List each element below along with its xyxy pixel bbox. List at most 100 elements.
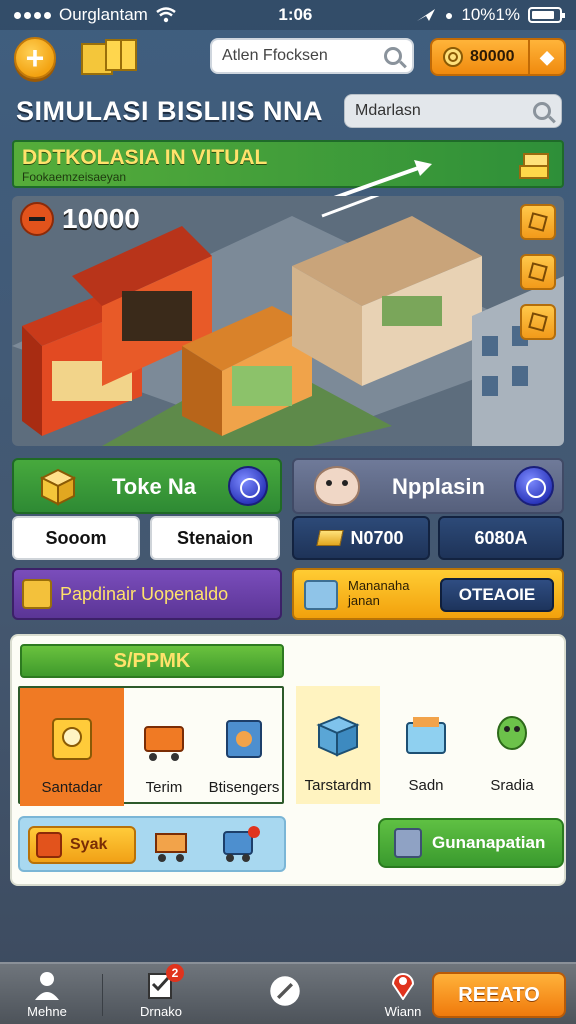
person-icon bbox=[35, 972, 59, 1000]
nav-item-home[interactable]: Mehne bbox=[12, 970, 82, 1019]
status-bar: Ourglantam 1:06 ● 10%1% bbox=[0, 0, 576, 30]
diamond-icon: ◆ bbox=[540, 46, 554, 67]
primary-action-label: Gunanapatian bbox=[432, 833, 546, 852]
mascot-icon bbox=[314, 466, 360, 506]
shop-item-label: Santadar bbox=[41, 779, 103, 796]
top-search-text: Atlen Ffocksen bbox=[222, 47, 328, 64]
create-button[interactable]: REEATO bbox=[432, 972, 566, 1018]
syak-button[interactable]: Syak bbox=[28, 826, 136, 864]
shop-item-santadar[interactable]: Santadar bbox=[20, 688, 124, 806]
carrier-name: Ourglantam bbox=[59, 5, 148, 24]
score-face-icon bbox=[20, 202, 54, 236]
score-value: 10000 bbox=[62, 203, 140, 234]
shop-item-label: Terim bbox=[145, 779, 183, 796]
title-row: SIMULASI BISLIIS NNA Mdarlasn bbox=[0, 92, 576, 134]
box-icon bbox=[39, 468, 77, 506]
coins-amount: 80000 bbox=[470, 48, 515, 65]
nav-item-label: Mehne bbox=[27, 1004, 67, 1019]
storage-box-icon bbox=[304, 580, 338, 610]
box-icon bbox=[316, 715, 360, 757]
package-tool-button[interactable] bbox=[520, 304, 556, 340]
banner-subline: Fookaemzeisaeyan bbox=[22, 170, 127, 184]
status-time: 1:06 bbox=[278, 5, 313, 24]
coins-button[interactable]: 80000 ◆ bbox=[430, 38, 566, 76]
shop-item-sradia[interactable]: Sradia bbox=[472, 686, 552, 804]
shop-category-group-1: Santadar Terim Btisengers bbox=[18, 686, 284, 806]
machine-icon bbox=[52, 718, 92, 760]
toko-card[interactable]: Toke Na bbox=[12, 458, 282, 514]
top-bar: + Atlen Ffocksen 80000 ◆ bbox=[0, 34, 576, 82]
search-icon bbox=[384, 47, 402, 65]
shop-item-label: Btisengers bbox=[208, 779, 280, 796]
package-icon bbox=[528, 312, 548, 332]
globe-icon bbox=[228, 466, 268, 506]
scroll-icon bbox=[22, 579, 52, 609]
scene-side-tools bbox=[520, 204, 556, 340]
delivery-cart-icon[interactable] bbox=[220, 826, 260, 864]
shop-item-label: Tarstardm bbox=[304, 777, 372, 794]
alarm-icon: ● bbox=[444, 7, 454, 23]
crate-tool-button[interactable] bbox=[520, 254, 556, 290]
gold-bar-icon bbox=[316, 530, 345, 546]
nav-item-map[interactable]: Wiann bbox=[368, 970, 438, 1019]
npplasin-button-1[interactable]: N0700 bbox=[292, 516, 430, 560]
orange-card-label: Mananaha janan bbox=[348, 578, 410, 608]
add-button[interactable]: + bbox=[14, 37, 56, 79]
toko-button-2[interactable]: Stenaion bbox=[150, 516, 280, 560]
npplasin-button-2[interactable]: 6080A bbox=[438, 516, 564, 560]
game-scene[interactable]: 10000 bbox=[12, 196, 564, 446]
coin-icon bbox=[443, 47, 463, 67]
gold-bars-icon bbox=[519, 153, 549, 179]
top-search-input[interactable]: Atlen Ffocksen bbox=[210, 38, 414, 74]
nav-item-center[interactable] bbox=[250, 970, 320, 1012]
map-pin-icon bbox=[391, 973, 415, 1000]
shopping-cart-icon[interactable] bbox=[152, 826, 192, 864]
secondary-search-input[interactable]: Mdarlasn bbox=[344, 94, 562, 128]
crates-icon[interactable] bbox=[78, 36, 140, 78]
secondary-panels: Papdinair Uopenaldo Mananaha janan OTEAO… bbox=[0, 568, 576, 622]
score-chip: 10000 bbox=[20, 202, 140, 236]
location-arrow-icon bbox=[416, 9, 435, 21]
trend-arrow-icon bbox=[333, 160, 432, 200]
character-icon bbox=[514, 466, 554, 506]
orange-card[interactable]: Mananaha janan OTEAOIE bbox=[292, 568, 564, 620]
search-icon bbox=[533, 102, 551, 120]
register-icon bbox=[226, 720, 262, 758]
notification-badge: 2 bbox=[166, 964, 184, 982]
shop-item-tarstardm[interactable]: Tarstardm bbox=[296, 686, 380, 804]
folder-icon bbox=[406, 717, 446, 754]
crate-icon bbox=[528, 262, 548, 282]
orange-card-pill-button[interactable]: OTEAOIE bbox=[440, 578, 554, 612]
shop-tab[interactable]: S/PPMK bbox=[20, 644, 284, 678]
primary-action-button[interactable]: Gunanapatian bbox=[378, 818, 564, 868]
purple-card-label: Papdinair Uopenaldo bbox=[60, 583, 229, 604]
shop-item-terim[interactable]: Terim bbox=[124, 688, 204, 806]
banner-headline: DDTKOLASIA IN VITUAL bbox=[22, 146, 268, 169]
compass-icon bbox=[270, 976, 300, 1006]
map-icon bbox=[528, 212, 548, 232]
purple-card[interactable]: Papdinair Uopenaldo bbox=[12, 568, 282, 620]
shop-item-label: Sadn bbox=[408, 777, 444, 794]
map-tool-button[interactable] bbox=[520, 204, 556, 240]
npplasin-label: Npplasin bbox=[392, 474, 485, 499]
shop-item-btisengers[interactable]: Btisengers bbox=[204, 688, 284, 806]
nav-divider bbox=[102, 974, 103, 1016]
shop-category-group-2: Tarstardm Sadn Sradia bbox=[296, 686, 566, 804]
npplasin-card[interactable]: Npplasin bbox=[292, 458, 564, 514]
npplasin-button-1-label: N0700 bbox=[350, 527, 404, 548]
toko-button-1[interactable]: Sooom bbox=[12, 516, 140, 560]
syak-box-icon bbox=[36, 832, 62, 858]
shop-item-sadn[interactable]: Sadn bbox=[386, 686, 466, 804]
mascot-icon bbox=[497, 716, 527, 750]
syak-label: Syak bbox=[70, 836, 108, 853]
battery-icon bbox=[528, 7, 565, 23]
toko-label: Toke Na bbox=[112, 474, 196, 499]
nav-item-tasks[interactable]: 2 Drnako bbox=[126, 964, 196, 1019]
promo-banner[interactable]: DDTKOLASIA IN VITUAL Fookaemzeisaeyan bbox=[12, 140, 564, 200]
business-panels: Toke Na Sooom Stenaion Npplasin N0700 60… bbox=[0, 458, 576, 562]
quick-tray: Syak bbox=[18, 816, 286, 872]
shop-bottom-row: Syak Gunanapatian bbox=[12, 816, 564, 872]
cart-icon bbox=[144, 726, 184, 761]
signal-dots-icon bbox=[14, 11, 51, 19]
checklist-icon: 2 bbox=[146, 964, 184, 1000]
